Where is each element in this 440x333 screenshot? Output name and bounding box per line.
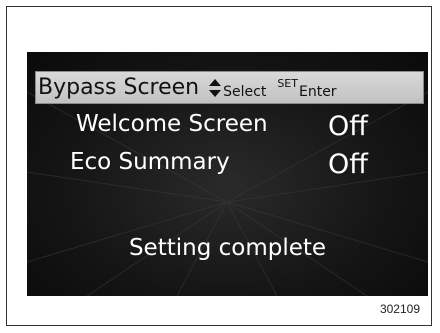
status-message: Setting complete — [128, 235, 327, 261]
setting-value: Off — [328, 111, 368, 142]
select-hint: Select — [223, 83, 267, 100]
setting-row-welcome-screen[interactable]: Welcome Screen Off — [27, 111, 428, 147]
enter-hint: Enter — [298, 83, 337, 100]
setting-value: Off — [328, 149, 368, 180]
screen-header-bar: Bypass Screen Select SET Enter — [35, 71, 424, 104]
display-screen: Bypass Screen Select SET Enter Welcome S… — [27, 52, 428, 296]
setting-label: Welcome Screen — [76, 111, 268, 137]
set-button-hint: SET — [277, 77, 298, 90]
setting-label: Eco Summary — [70, 149, 230, 175]
up-down-arrows-icon — [209, 78, 222, 97]
setting-row-eco-summary[interactable]: Eco Summary Off — [27, 149, 428, 185]
figure-number: 302109 — [379, 302, 420, 316]
screen-title: Bypass Screen — [38, 75, 200, 100]
